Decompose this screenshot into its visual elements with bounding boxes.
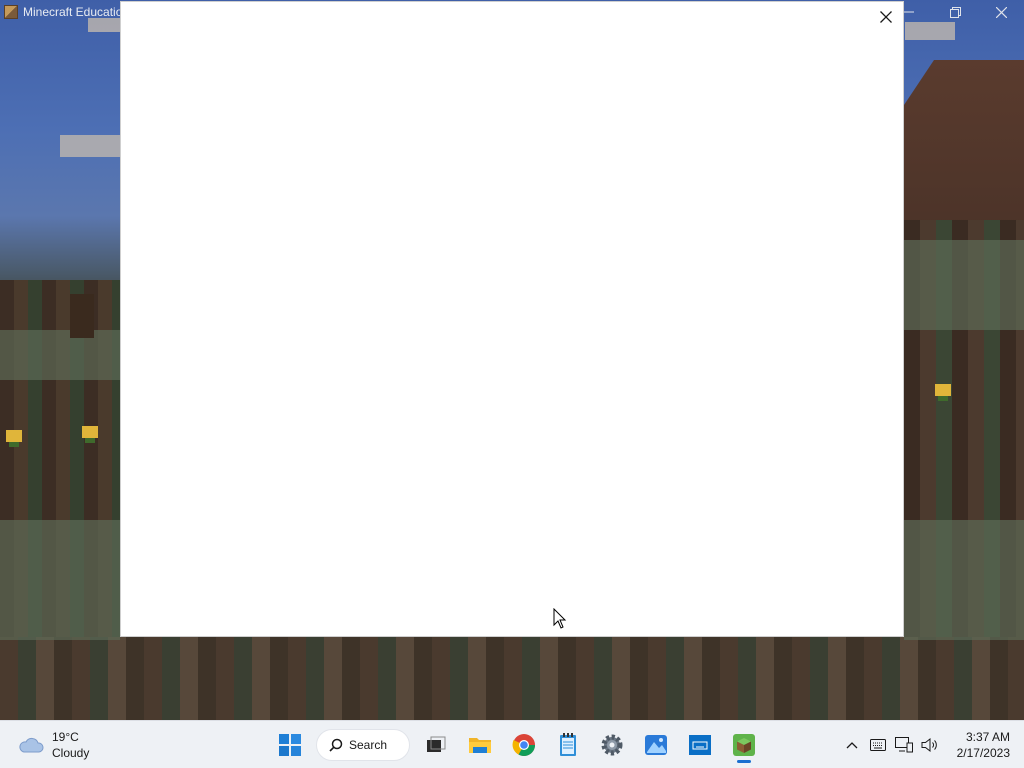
notepad-icon [560,733,576,756]
minecraft-icon [733,734,755,756]
search-icon [329,738,343,752]
file-explorer-button[interactable] [461,725,499,765]
settings-icon [601,734,623,756]
blank-dialog [120,1,904,637]
network-button[interactable] [893,734,915,756]
photos-button[interactable] [637,725,675,765]
minecraft-button[interactable] [725,725,763,765]
input-indicator-button[interactable] [867,734,889,756]
file-explorer-icon [469,738,491,753]
restore-button[interactable] [932,0,978,24]
clock-date: 2/17/2023 [956,746,1010,760]
cloud-shape [905,22,955,40]
ground-terrain-bottom [0,637,1024,720]
keyboard-icon [869,739,886,751]
notepad-button[interactable] [549,725,587,765]
chrome-icon [512,734,535,756]
mob-sprite [70,294,94,338]
clock-button[interactable]: 3:37 AM 2/17/2023 [957,729,1010,761]
taskbar: 19°C Cloudy Search 3:37 AM 2/17/2023 [0,720,1024,768]
app-close-button[interactable] [978,0,1024,24]
clock-time: 3:37 AM [965,730,1010,744]
settings-button[interactable] [593,725,631,765]
keyboard-app-button[interactable] [681,725,719,765]
app-title: Minecraft Educatio [23,5,123,19]
chrome-button[interactable] [505,725,543,765]
volume-button[interactable] [919,734,941,756]
network-icon [894,737,913,753]
close-icon [995,6,1007,18]
window-controls [886,0,1024,24]
minimize-icon [904,11,914,13]
mouse-cursor-icon [553,608,567,629]
restore-icon [949,6,961,18]
grass-patch [0,330,120,380]
show-hidden-icons-button[interactable] [841,734,863,756]
close-icon [880,11,892,23]
grass-patch [904,240,1024,330]
weather-temperature: 19°C [52,730,79,744]
grass-patch [0,520,120,640]
search-button[interactable]: Search [316,729,410,761]
weather-condition: Cloudy [52,746,90,760]
volume-icon [921,737,937,753]
windows-start-icon [279,734,301,756]
weather-text: 19°C Cloudy [52,729,89,761]
start-button[interactable] [271,725,309,765]
keyboard-app-icon [689,735,711,755]
flower-sprite [935,384,951,396]
taskbar-center: Search [268,725,766,765]
photos-icon [645,735,667,755]
cloud-icon [19,737,44,753]
minecraft-block-icon [4,5,18,19]
grass-patch [904,520,1024,640]
search-label: Search [349,738,388,752]
flower-sprite [6,430,22,442]
dialog-close-button[interactable] [875,6,897,28]
chevron-up-icon [846,742,858,749]
flower-sprite [82,426,98,438]
weather-widget[interactable]: 19°C Cloudy [18,729,89,761]
task-view-icon [427,736,446,752]
task-view-button[interactable] [417,725,455,765]
system-tray: 3:37 AM 2/17/2023 [839,721,1024,768]
